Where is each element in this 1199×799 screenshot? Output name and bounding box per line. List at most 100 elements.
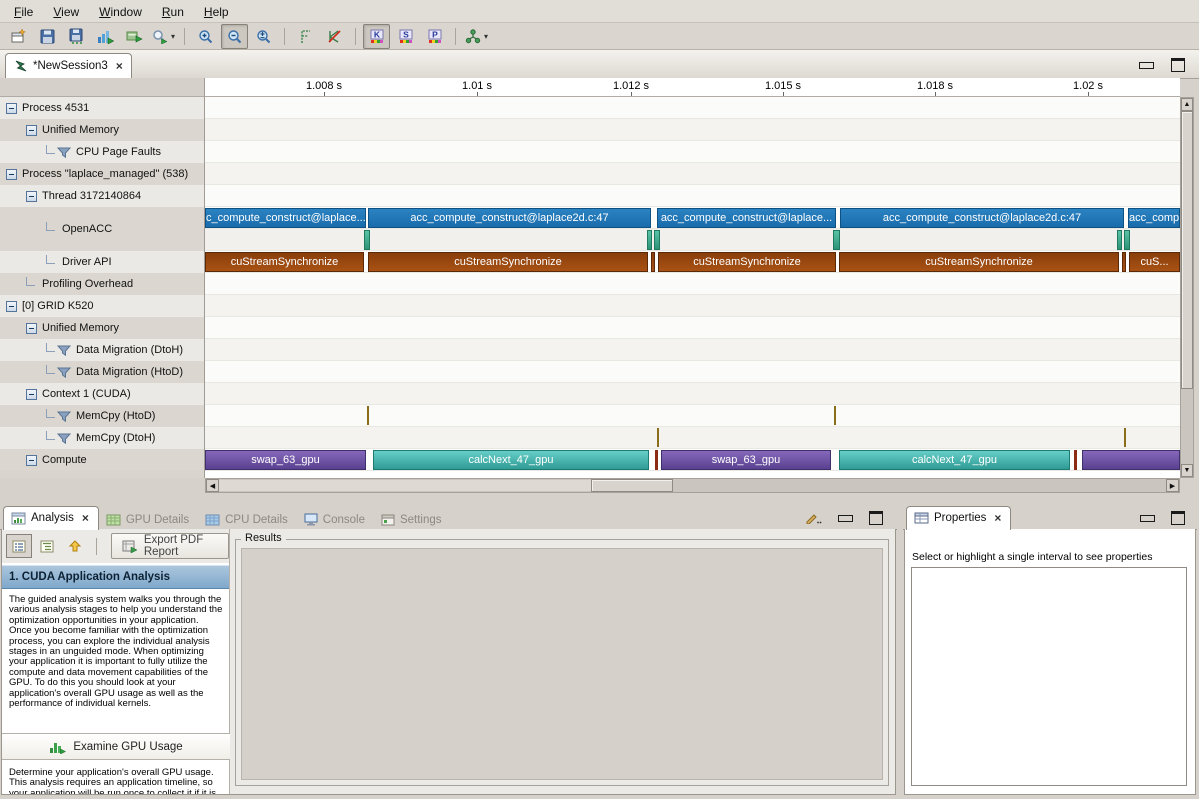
show-timeline-button[interactable] bbox=[92, 24, 119, 49]
menu-help[interactable]: Help bbox=[194, 2, 239, 21]
timeline-ruler[interactable]: 1.008 s1.01 s1.012 s1.015 s1.018 s1.02 s bbox=[205, 78, 1180, 97]
tab-analysis[interactable]: Analysis× bbox=[3, 506, 99, 530]
back-stage-button[interactable] bbox=[62, 534, 88, 558]
compute-kernel-interval[interactable]: calcNext_47_gpu bbox=[373, 450, 649, 470]
driver-api-interval[interactable] bbox=[651, 252, 655, 272]
compute-kernel-interval[interactable]: calcNext_47_gpu bbox=[839, 450, 1070, 470]
openacc-marker[interactable] bbox=[364, 230, 370, 250]
mark-timeline-button[interactable] bbox=[292, 24, 319, 49]
clear-marker-button[interactable] bbox=[321, 24, 348, 49]
tree-row-profiling-overhead[interactable]: Profiling Overhead bbox=[0, 273, 205, 295]
vertical-scrollbar[interactable]: ▲ ▼ bbox=[1180, 97, 1194, 478]
color-by-stream-button[interactable]: S bbox=[392, 24, 419, 49]
openacc-interval[interactable]: acc_compute_construct@laplace... bbox=[657, 208, 836, 228]
memcpy-htod-interval[interactable] bbox=[834, 406, 836, 425]
examine-gpu-usage-button[interactable]: Examine GPU Usage bbox=[2, 733, 230, 760]
tree-row-unified-memory[interactable]: Unified Memory bbox=[0, 317, 205, 339]
close-icon[interactable]: × bbox=[994, 511, 1001, 525]
run-analysis-button[interactable]: ▾ bbox=[150, 24, 177, 49]
collapse-icon[interactable] bbox=[6, 301, 17, 312]
compute-kernel-interval[interactable] bbox=[655, 450, 658, 470]
tab-settings[interactable]: Settings bbox=[374, 510, 451, 529]
tab-cpu-details[interactable]: CPU Details bbox=[198, 510, 297, 529]
tree-row-cpu-page-faults[interactable]: CPU Page Faults bbox=[0, 141, 205, 163]
openacc-marker[interactable] bbox=[1117, 230, 1122, 250]
timeline-canvas[interactable]: c_compute_construct@laplace...acc_comput… bbox=[205, 97, 1180, 478]
tree-row-process-laplace-managed-538[interactable]: Process "laplace_managed" (538) bbox=[0, 163, 205, 185]
export-pdf-button[interactable]: Export PDF Report bbox=[111, 533, 229, 559]
compute-kernel-interval[interactable]: swap_63_gpu bbox=[205, 450, 366, 470]
driver-api-interval[interactable]: cuStreamSynchronize bbox=[658, 252, 836, 272]
compute-kernel-interval[interactable] bbox=[1074, 450, 1077, 470]
tree-row-0-grid-k520[interactable]: [0] GRID K520 bbox=[0, 295, 205, 317]
minimize-icon[interactable] bbox=[1139, 62, 1154, 69]
tree-row-data-migration-dtoh[interactable]: Data Migration (DtoH) bbox=[0, 339, 205, 361]
zoom-out-button[interactable] bbox=[221, 24, 248, 49]
scroll-left-icon[interactable]: ◀ bbox=[206, 479, 219, 492]
close-icon[interactable]: × bbox=[116, 59, 123, 73]
driver-api-interval[interactable]: cuStreamSynchronize bbox=[368, 252, 648, 272]
scroll-right-icon[interactable]: ▶ bbox=[1166, 479, 1179, 492]
driver-api-interval[interactable] bbox=[1122, 252, 1126, 272]
tree-row-context-1-cuda[interactable]: Context 1 (CUDA) bbox=[0, 383, 205, 405]
openacc-interval[interactable]: acc_compute_construct@laplace2d.c:47 bbox=[368, 208, 651, 228]
color-by-kernel-button[interactable]: K bbox=[363, 24, 390, 49]
vscroll-thumb[interactable] bbox=[1181, 111, 1193, 389]
horizontal-scrollbar[interactable]: ◀ ▶ bbox=[205, 478, 1180, 493]
tree-row-unified-memory[interactable]: Unified Memory bbox=[0, 119, 205, 141]
color-by-process-button[interactable]: P bbox=[421, 24, 448, 49]
collapse-icon[interactable] bbox=[26, 389, 37, 400]
collapse-icon[interactable] bbox=[26, 191, 37, 202]
openacc-marker[interactable] bbox=[647, 230, 652, 250]
compute-kernel-interval[interactable] bbox=[1082, 450, 1180, 470]
tree-row-compute[interactable]: Compute bbox=[0, 449, 205, 471]
openacc-interval[interactable]: acc_comp... bbox=[1128, 208, 1180, 228]
maximize-icon[interactable] bbox=[1171, 58, 1185, 72]
compute-kernel-interval[interactable]: swap_63_gpu bbox=[661, 450, 831, 470]
openacc-interval[interactable]: c_compute_construct@laplace... bbox=[205, 208, 366, 228]
close-icon[interactable]: × bbox=[82, 511, 89, 525]
menu-view[interactable]: View bbox=[43, 2, 89, 21]
collapse-icon[interactable] bbox=[26, 125, 37, 136]
pencil-icon[interactable] bbox=[805, 512, 822, 524]
memcpy-htod-interval[interactable] bbox=[367, 406, 369, 425]
driver-api-interval[interactable]: cuS... bbox=[1129, 252, 1180, 272]
scroll-up-icon[interactable]: ▲ bbox=[1181, 98, 1193, 111]
save-session-button[interactable] bbox=[34, 24, 61, 49]
menu-file[interactable]: File bbox=[4, 2, 43, 21]
minimize-icon[interactable] bbox=[838, 515, 853, 522]
new-session-button[interactable] bbox=[5, 24, 32, 49]
minimize-icon[interactable] bbox=[1140, 515, 1155, 522]
menu-run[interactable]: Run bbox=[152, 2, 194, 21]
show-details-button[interactable] bbox=[121, 24, 148, 49]
tab-newsession[interactable]: *NewSession3 × bbox=[5, 53, 132, 78]
openacc-marker[interactable] bbox=[654, 230, 660, 250]
tree-row-thread-3172140864[interactable]: Thread 3172140864 bbox=[0, 185, 205, 207]
collapse-icon[interactable] bbox=[26, 323, 37, 334]
tab-console[interactable]: Console bbox=[297, 509, 374, 529]
tree-row-memcpy-htod[interactable]: MemCpy (HtoD) bbox=[0, 405, 205, 427]
openacc-marker[interactable] bbox=[1124, 230, 1130, 250]
scroll-down-icon[interactable]: ▼ bbox=[1181, 464, 1193, 477]
collapse-icon[interactable] bbox=[26, 455, 37, 466]
guided-analysis-button[interactable] bbox=[6, 534, 32, 558]
memcpy-dtoh-interval[interactable] bbox=[1124, 428, 1126, 447]
hscroll-page-area[interactable] bbox=[219, 480, 591, 491]
tab-properties[interactable]: Properties × bbox=[906, 506, 1011, 530]
hscroll-thumb[interactable] bbox=[591, 479, 673, 492]
openacc-interval[interactable]: acc_compute_construct@laplace2d.c:47 bbox=[840, 208, 1124, 228]
unguided-analysis-button[interactable] bbox=[34, 534, 60, 558]
zoom-fit-button[interactable] bbox=[250, 24, 277, 49]
collapse-icon[interactable] bbox=[6, 169, 17, 180]
driver-api-interval[interactable]: cuStreamSynchronize bbox=[839, 252, 1119, 272]
zoom-in-button[interactable] bbox=[192, 24, 219, 49]
tree-row-process-4531[interactable]: Process 4531 bbox=[0, 97, 205, 119]
tree-row-driver-api[interactable]: Driver API bbox=[0, 251, 205, 273]
maximize-icon[interactable] bbox=[1171, 511, 1185, 525]
maximize-icon[interactable] bbox=[869, 511, 883, 525]
tab-gpu-details[interactable]: GPU Details bbox=[99, 510, 198, 529]
menu-window[interactable]: Window bbox=[89, 2, 152, 21]
tree-row-data-migration-htod[interactable]: Data Migration (HtoD) bbox=[0, 361, 205, 383]
driver-api-interval[interactable]: cuStreamSynchronize bbox=[205, 252, 364, 272]
tree-row-openacc[interactable]: OpenACC bbox=[0, 207, 205, 251]
